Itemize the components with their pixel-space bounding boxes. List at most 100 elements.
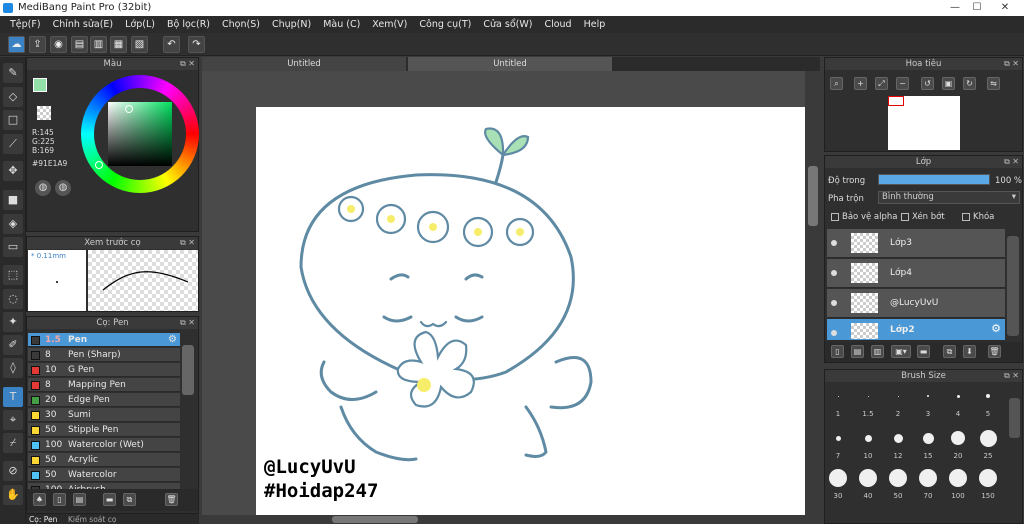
brush-item-selected[interactable]: 1.5 Pen ⚙ [28, 333, 180, 347]
document-icon[interactable]: ▥ [90, 36, 107, 53]
move-tool-icon[interactable]: ✥ [3, 161, 23, 181]
brush-item[interactable]: 20 Edge Pen [28, 393, 180, 407]
upload-icon[interactable]: ⇪ [29, 36, 46, 53]
dropper-tool-icon[interactable]: ⊘ [3, 461, 23, 481]
brush-size-scrollbar[interactable] [1009, 398, 1020, 438]
menu-window[interactable]: Cửa sổ(W) [477, 19, 538, 30]
new-8bit-layer-icon[interactable]: ▥ [871, 345, 884, 358]
brush-size-dot[interactable] [859, 469, 877, 487]
brush-size-dot[interactable] [889, 469, 907, 487]
menu-help[interactable]: Help [578, 19, 612, 30]
merge-layer-icon[interactable]: ⬇ [963, 345, 976, 358]
panel-close-icon[interactable]: ⧉ ✕ [1004, 156, 1019, 168]
menu-layer[interactable]: Lớp(L) [119, 19, 161, 30]
layer-row[interactable]: Lớp4 [827, 259, 1005, 288]
brush-size-dot[interactable] [867, 395, 869, 397]
zoom-icon[interactable]: ⌕ [830, 77, 843, 90]
color-picker-handle[interactable] [125, 105, 133, 113]
menu-filter[interactable]: Bộ lọc(R) [161, 19, 216, 30]
brush-size-dot[interactable] [979, 429, 997, 447]
lasso-tool-icon[interactable]: ◌ [3, 289, 23, 309]
brush-folder-icon[interactable]: ▬ [103, 493, 116, 506]
select-eraser-icon[interactable]: ◊ [3, 358, 23, 378]
alpha-protect-checkbox[interactable] [831, 213, 839, 221]
grid-icon[interactable]: ▦ [110, 36, 127, 53]
brush-item[interactable]: 8 Mapping Pen [28, 378, 180, 392]
brush-size-dot[interactable] [927, 395, 929, 397]
delete-layer-icon[interactable]: 🗑 [988, 345, 1001, 358]
rect-tool-icon[interactable]: □ [3, 110, 23, 130]
select-tool-icon[interactable]: ⬚ [3, 265, 23, 285]
panel-close-icon[interactable]: ⧉ ✕ [180, 58, 195, 70]
brush-item[interactable]: 50 Stipple Pen [28, 423, 180, 437]
tab-brush-control[interactable]: Kiểm soát cọ [68, 515, 116, 524]
layer-row[interactable]: @LucyUvU [827, 289, 1005, 318]
tab-document-1[interactable]: Untitled [202, 57, 406, 71]
brush-delete-icon[interactable]: 🗑 [165, 493, 178, 506]
new-halftone-layer-icon[interactable]: ▤ [851, 345, 864, 358]
brush-size-dot[interactable] [979, 469, 997, 487]
duplicate-layer-icon[interactable]: ⧉ [943, 345, 956, 358]
page-icon[interactable]: ▤ [71, 36, 88, 53]
menu-tools[interactable]: Công cụ(T) [413, 19, 477, 30]
panel-icon[interactable]: ▧ [131, 36, 148, 53]
select-pen-icon[interactable]: ✐ [3, 335, 23, 355]
gear-icon[interactable]: ⚙ [168, 333, 177, 347]
layer-visibility-icon[interactable] [831, 240, 837, 246]
zoom-in-icon[interactable]: + [854, 77, 867, 90]
hue-picker-handle[interactable] [95, 161, 103, 169]
brush-size-dot[interactable] [897, 395, 899, 397]
brush-size-dot[interactable] [951, 431, 965, 445]
navigator-viewport[interactable] [888, 96, 904, 106]
brush-item[interactable]: 50 Watercolor [28, 468, 180, 482]
brush-copy-icon[interactable]: ▤ [73, 493, 86, 506]
brush-size-dot[interactable] [956, 394, 960, 398]
brush-size-dot[interactable] [893, 433, 903, 443]
horizontal-scrollbar[interactable] [202, 515, 805, 524]
operation-tool-icon[interactable]: ⌖ [3, 410, 23, 430]
layer-visibility-icon[interactable] [831, 270, 837, 276]
menu-select[interactable]: Chọn(S) [216, 19, 266, 30]
layer-scrollbar[interactable] [1007, 236, 1019, 336]
menu-snap[interactable]: Chụp(N) [266, 19, 317, 30]
close-button[interactable]: ✕ [990, 0, 1020, 15]
brush-size-dot[interactable] [829, 469, 847, 487]
layer-row-selected[interactable]: Lớp2 ⚙ [827, 319, 1005, 341]
brush-new-icon[interactable]: ▯ [53, 493, 66, 506]
menu-edit[interactable]: Chỉnh sửa(E) [47, 19, 120, 30]
opacity-slider[interactable] [878, 174, 990, 185]
panel-close-icon[interactable]: ⧉ ✕ [1004, 370, 1019, 382]
drawing-canvas[interactable]: @LucyUvU #Hoidap247 [256, 107, 805, 515]
brush-item[interactable]: 10 G Pen [28, 363, 180, 377]
foreground-color-swatch[interactable] [33, 78, 47, 92]
clipping-checkbox[interactable] [901, 213, 909, 221]
blend-mode-select[interactable]: Bình thường ▾ [878, 191, 1020, 204]
flip-icon[interactable]: ⇋ [987, 77, 1000, 90]
menu-color[interactable]: Màu (C) [317, 19, 366, 30]
eraser-tool-icon[interactable]: ◇ [3, 87, 23, 107]
navigator-thumbnail[interactable] [888, 96, 960, 150]
new-layer-icon[interactable]: ▯ [831, 345, 844, 358]
brush-duplicate-icon[interactable]: ⧉ [123, 493, 136, 506]
comment-icon[interactable]: ◉ [50, 36, 67, 53]
brush-size-dot[interactable] [919, 469, 937, 487]
brush-size-dot[interactable] [835, 435, 841, 441]
brush-tool-icon[interactable]: ✎ [3, 63, 23, 83]
line-tool-icon[interactable]: ⟋ [3, 134, 23, 154]
minimize-button[interactable]: — [944, 0, 966, 15]
saturation-square[interactable] [108, 102, 172, 166]
folder-icon[interactable]: ▬ [917, 345, 930, 358]
hand-tool-icon[interactable]: ✋ [3, 485, 23, 505]
text-tool-icon[interactable]: T [3, 387, 23, 407]
layer-row[interactable]: Lớp3 [827, 229, 1005, 258]
panel-close-icon[interactable]: ⧉ ✕ [180, 317, 195, 329]
brush-item[interactable]: 50 Acrylic [28, 453, 180, 467]
menu-view[interactable]: Xem(V) [366, 19, 413, 30]
brush-list-scrollbar[interactable] [182, 345, 194, 395]
background-color-swatch[interactable] [37, 106, 51, 120]
eyedropper-tool-icon[interactable]: ⌿ [3, 433, 23, 453]
panel-close-icon[interactable]: ⧉ ✕ [180, 237, 195, 249]
palette-icon[interactable]: ◍ [35, 180, 51, 196]
layer-visibility-icon[interactable] [831, 330, 837, 336]
palette-add-icon[interactable]: ◍ [55, 180, 71, 196]
